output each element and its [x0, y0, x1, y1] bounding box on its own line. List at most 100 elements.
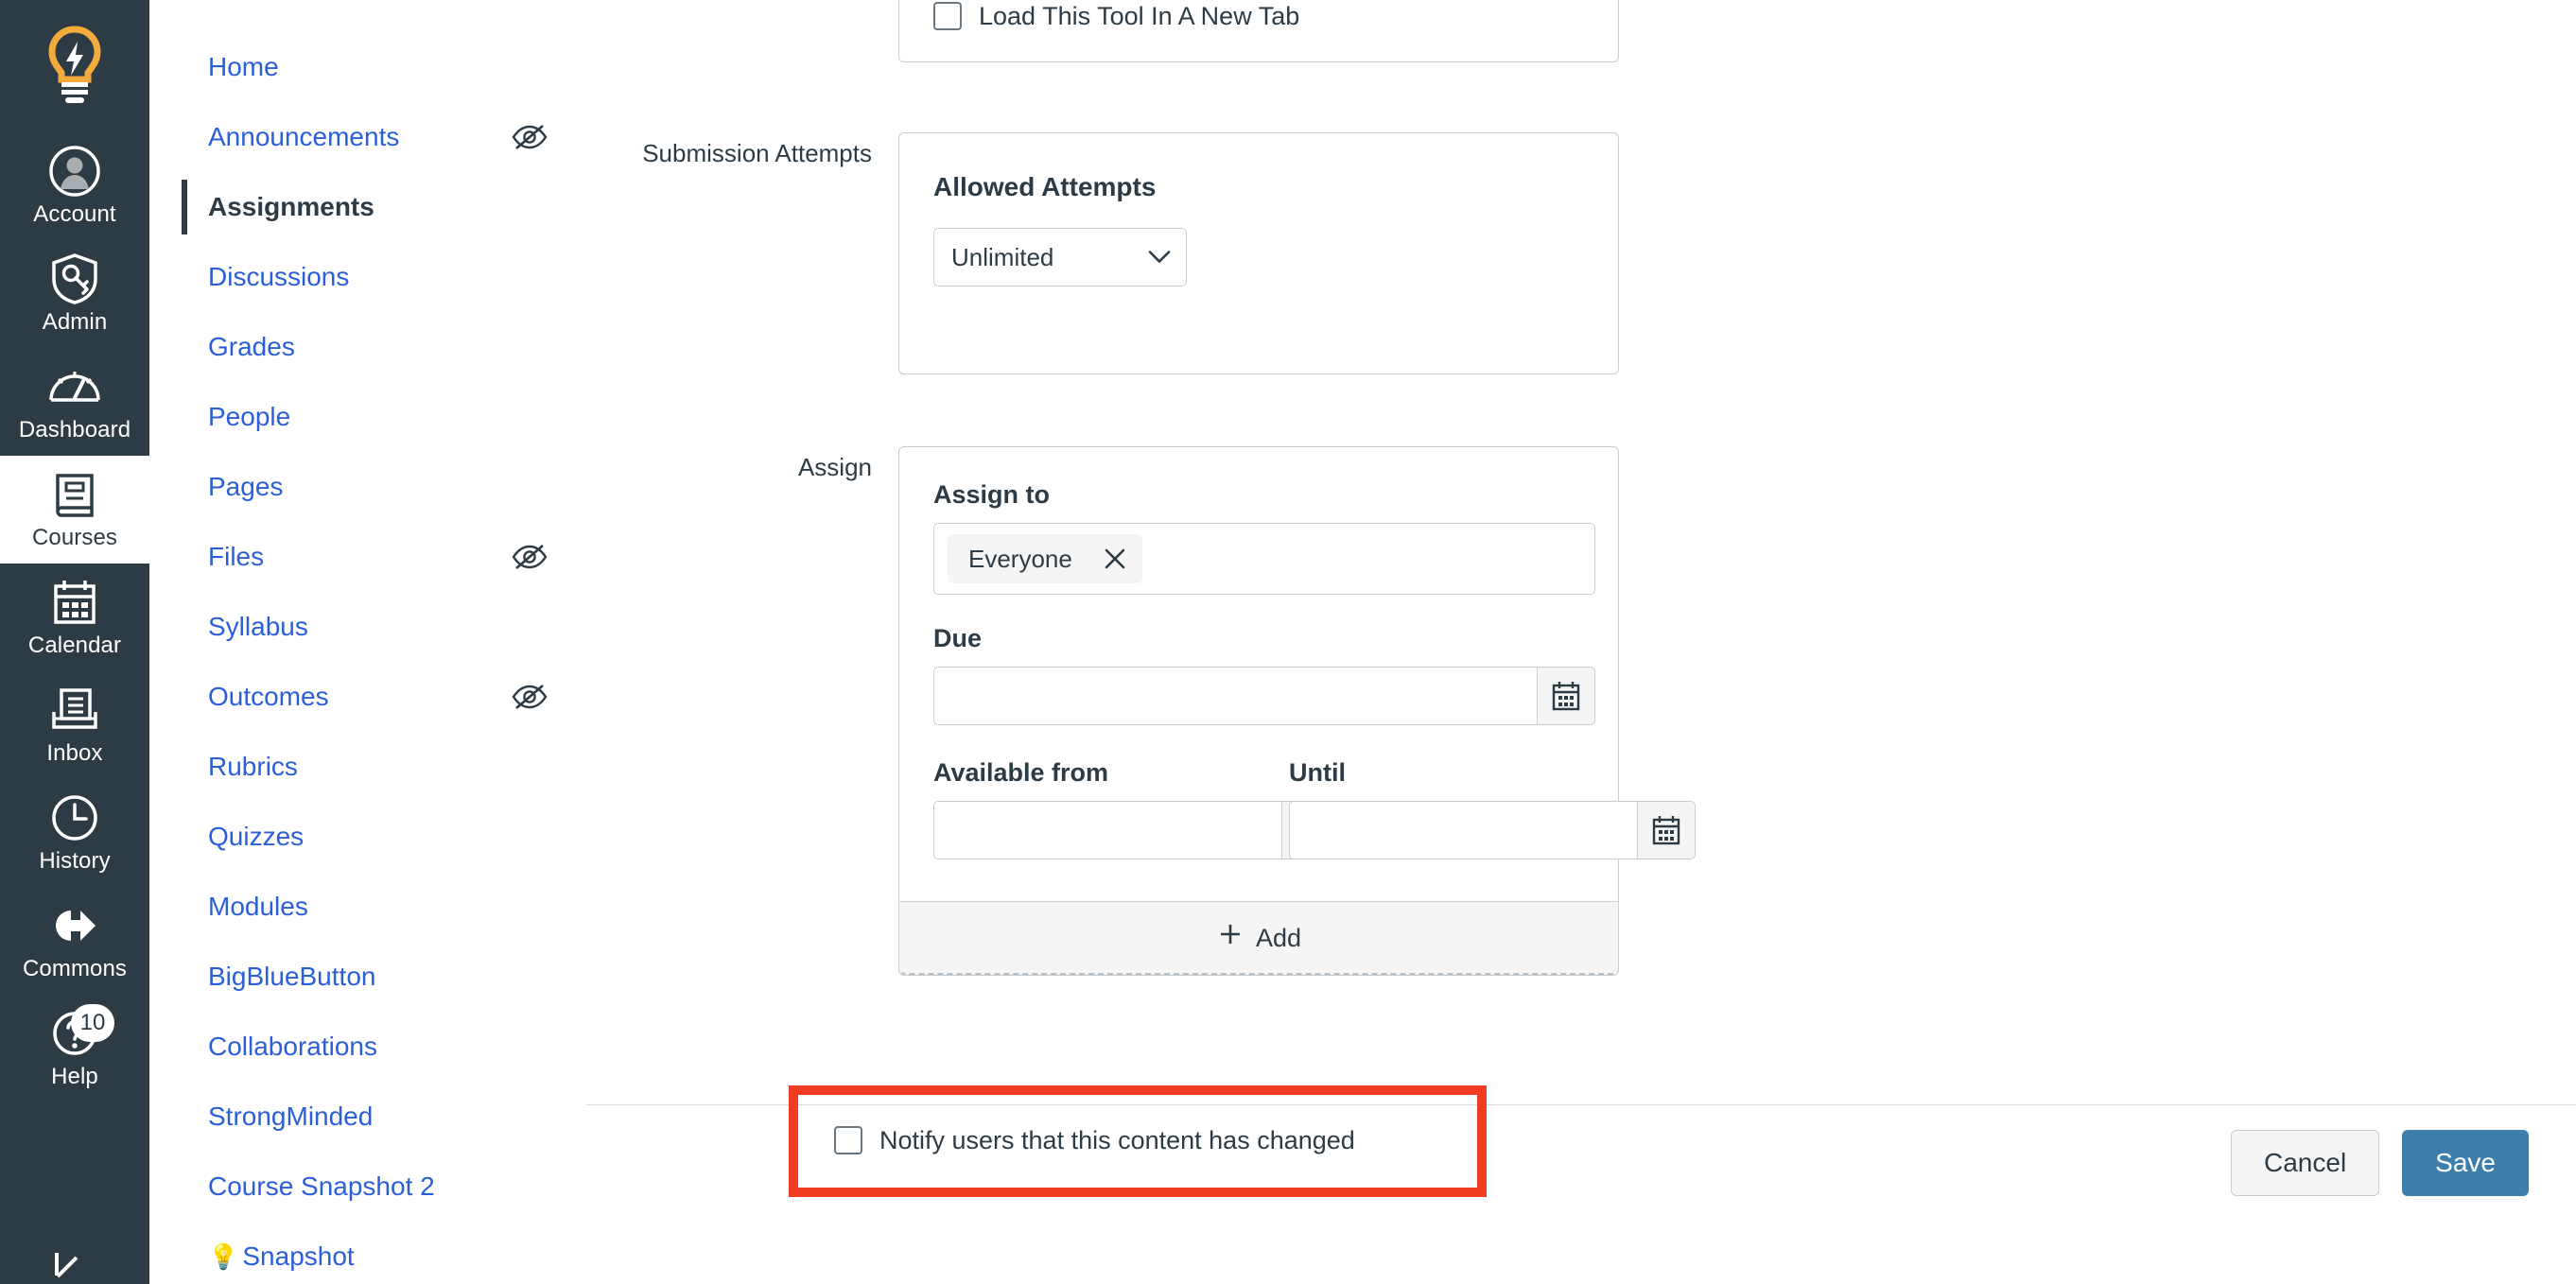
- course-nav-label: Announcements: [208, 122, 400, 151]
- course-nav-label: Syllabus: [208, 612, 308, 641]
- notify-users-row[interactable]: Notify users that this content has chang…: [834, 1125, 1355, 1155]
- course-nav-item-grades[interactable]: Grades: [149, 312, 585, 382]
- eye-slash-icon: [512, 545, 548, 569]
- shield-key-icon: [50, 253, 99, 304]
- submission-attempts-row: Submission Attempts Allowed Attempts Unl…: [586, 132, 1627, 374]
- tool-options-panel: Load This Tool In A New Tab: [898, 0, 1619, 62]
- course-nav-item-rubrics[interactable]: Rubrics: [149, 732, 585, 802]
- course-nav-label: Snapshot: [242, 1241, 355, 1271]
- calendar-icon: [50, 577, 99, 628]
- form-actions: Cancel Save: [2231, 1130, 2529, 1196]
- course-nav-item-assignments[interactable]: Assignments: [149, 172, 585, 242]
- assignee-token-label: Everyone: [968, 545, 1072, 573]
- course-nav-item-modules[interactable]: Modules: [149, 872, 585, 942]
- course-nav-label: Files: [208, 542, 265, 571]
- course-nav-label: Grades: [208, 332, 295, 361]
- course-nav-item-files[interactable]: Files: [149, 522, 585, 592]
- global-nav-item-account[interactable]: Account: [0, 132, 149, 240]
- assign-row: Assign Assign to Everyone Due Available …: [586, 446, 1696, 976]
- global-nav-label: Dashboard: [18, 417, 131, 442]
- question-bubble-icon: 10: [50, 1004, 114, 1059]
- collapse-arrow-icon[interactable]: [47, 1251, 102, 1284]
- course-nav-item-announcements[interactable]: Announcements: [149, 102, 585, 172]
- allowed-attempts-heading: Allowed Attempts: [933, 172, 1157, 201]
- notify-users-checkbox[interactable]: [834, 1126, 862, 1154]
- course-nav-label: Course Snapshot 2: [208, 1171, 435, 1201]
- available-from-group: [933, 801, 1340, 859]
- until-input[interactable]: [1289, 801, 1637, 859]
- global-nav-label: Help: [51, 1064, 98, 1089]
- save-button[interactable]: Save: [2402, 1130, 2529, 1196]
- eye-slash-icon: [512, 125, 548, 149]
- submission-attempts-panel: Allowed Attempts Unlimited: [898, 132, 1619, 374]
- available-from-field: Available from: [933, 757, 1340, 859]
- lightbulb-emoji-icon: 💡: [208, 1242, 239, 1271]
- load-tool-new-tab-row[interactable]: Load This Tool In A New Tab: [933, 1, 1299, 31]
- availability-row: Available from Until: [933, 757, 1696, 859]
- global-nav-label: Commons: [22, 956, 128, 981]
- course-nav-item-collaborations[interactable]: Collaborations: [149, 1012, 585, 1082]
- due-date-group: [933, 667, 1595, 725]
- cancel-button[interactable]: Cancel: [2231, 1130, 2380, 1196]
- book-icon: [50, 469, 99, 520]
- eye-slash-icon: [512, 685, 548, 709]
- global-nav-label: Courses: [31, 525, 118, 550]
- due-date-picker-button[interactable]: [1537, 667, 1595, 725]
- course-nav-item-bigbluebutton[interactable]: BigBlueButton: [149, 942, 585, 1012]
- course-nav-item-discussions[interactable]: Discussions: [149, 242, 585, 312]
- add-assignment-override-button[interactable]: Add: [899, 901, 1618, 975]
- course-nav-label: Discussions: [208, 262, 350, 291]
- due-label: Due: [933, 624, 983, 652]
- until-field: Until: [1289, 757, 1696, 859]
- global-nav-item-admin[interactable]: Admin: [0, 240, 149, 348]
- global-nav-label: History: [39, 848, 111, 874]
- course-nav-item-snapshot[interactable]: 💡 Snapshot: [149, 1222, 585, 1284]
- global-nav-item-commons[interactable]: Commons: [0, 887, 149, 995]
- until-group: [1289, 801, 1696, 859]
- course-nav-label: Collaborations: [208, 1032, 377, 1061]
- course-nav-item-syllabus[interactable]: Syllabus: [149, 592, 585, 662]
- course-nav-label: Outcomes: [208, 682, 329, 711]
- global-nav-item-calendar[interactable]: Calendar: [0, 564, 149, 671]
- lightbulb-logo-icon[interactable]: [0, 0, 149, 132]
- gauge-icon: [47, 361, 102, 412]
- until-picker-button[interactable]: [1637, 801, 1696, 859]
- canvas-assignment-edit-page: Account Admin Dashboard Courses Calendar…: [0, 0, 2576, 1284]
- course-nav-label: Home: [208, 52, 279, 81]
- course-nav-item-home[interactable]: Home: [149, 32, 585, 102]
- load-tool-new-tab-checkbox[interactable]: [933, 2, 962, 30]
- global-nav-item-courses[interactable]: Courses: [0, 456, 149, 564]
- course-nav-label: Pages: [208, 472, 284, 501]
- plus-icon: [1218, 922, 1243, 953]
- global-nav-item-help[interactable]: 10 Help: [0, 995, 149, 1102]
- global-nav-item-inbox[interactable]: Inbox: [0, 671, 149, 779]
- course-navigation: Home Announcements Assignments Discussio…: [149, 0, 586, 1284]
- assign-to-input[interactable]: Everyone: [933, 523, 1595, 595]
- course-nav-item-pages[interactable]: Pages: [149, 452, 585, 522]
- close-x-icon[interactable]: [1103, 547, 1127, 571]
- assign-label: Assign: [797, 453, 872, 481]
- course-nav-label: Quizzes: [208, 822, 305, 851]
- submission-attempts-label: Submission Attempts: [642, 139, 872, 167]
- course-nav-item-outcomes[interactable]: Outcomes: [149, 662, 585, 732]
- add-button-label: Add: [1255, 923, 1302, 952]
- course-nav-label: StrongMinded: [208, 1102, 374, 1131]
- assignee-token[interactable]: Everyone: [948, 534, 1142, 583]
- course-nav-item-course-snapshot-2[interactable]: Course Snapshot 2: [149, 1152, 585, 1222]
- available-from-input[interactable]: [933, 801, 1281, 859]
- allowed-attempts-select[interactable]: Unlimited: [933, 228, 1187, 286]
- allowed-attempts-value: Unlimited: [951, 243, 1054, 271]
- course-nav-item-strongminded[interactable]: StrongMinded: [149, 1082, 585, 1152]
- global-nav-item-history[interactable]: History: [0, 779, 149, 887]
- course-nav-item-quizzes[interactable]: Quizzes: [149, 802, 585, 872]
- global-nav-item-dashboard[interactable]: Dashboard: [0, 348, 149, 456]
- assignment-edit-form: Load This Tool In A New Tab Submission A…: [586, 0, 2576, 1284]
- global-nav-label: Admin: [42, 309, 108, 335]
- assign-card: Assign to Everyone Due Available from Un…: [899, 447, 1696, 901]
- course-nav-label: Assignments: [208, 192, 374, 221]
- course-nav-label: People: [208, 402, 291, 431]
- course-nav-label: Rubrics: [208, 752, 298, 781]
- until-label: Until: [1289, 758, 1346, 787]
- course-nav-item-people[interactable]: People: [149, 382, 585, 452]
- due-date-input[interactable]: [933, 667, 1537, 725]
